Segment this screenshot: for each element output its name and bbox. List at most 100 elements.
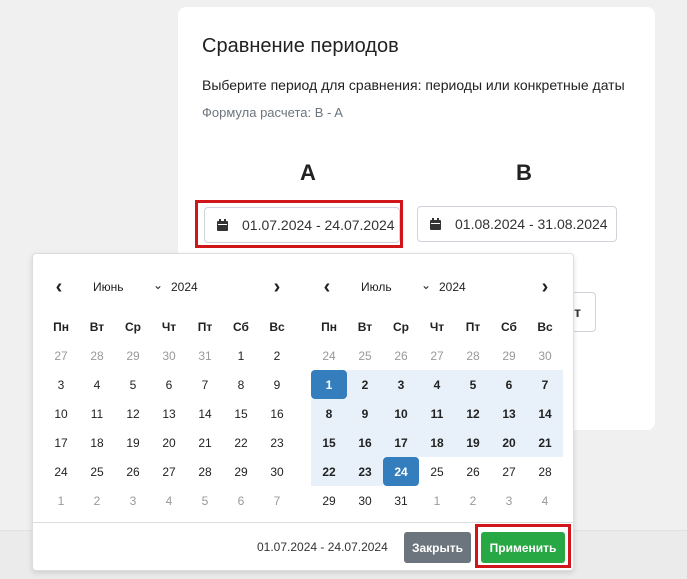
day-cell[interactable]: 16 [259, 399, 295, 428]
day-cell[interactable]: 29 [311, 486, 347, 515]
day-cell[interactable]: 28 [79, 341, 115, 370]
day-cell[interactable]: 13 [491, 399, 527, 428]
day-cell[interactable]: 5 [455, 370, 491, 399]
day-cell[interactable]: 23 [259, 428, 295, 457]
day-cell[interactable]: 10 [383, 399, 419, 428]
day-cell[interactable]: 27 [491, 457, 527, 486]
day-cell[interactable]: 7 [527, 370, 563, 399]
day-cell[interactable]: 24 [43, 457, 79, 486]
day-cell[interactable]: 10 [43, 399, 79, 428]
day-cell[interactable]: 30 [527, 341, 563, 370]
day-cell-selected[interactable]: 1 [311, 370, 347, 399]
day-cell[interactable]: 28 [187, 457, 223, 486]
day-cell[interactable]: 20 [491, 428, 527, 457]
day-cell[interactable]: 5 [115, 370, 151, 399]
day-cell[interactable]: 27 [43, 341, 79, 370]
day-cell[interactable]: 26 [115, 457, 151, 486]
day-cell[interactable]: 8 [311, 399, 347, 428]
weekday-label: Пн [321, 319, 337, 334]
day-cell[interactable]: 22 [311, 457, 347, 486]
day-cell[interactable]: 24 [311, 341, 347, 370]
day-cell[interactable]: 28 [527, 457, 563, 486]
day-cell[interactable]: 3 [383, 370, 419, 399]
day-cell[interactable]: 11 [419, 399, 455, 428]
day-cell[interactable]: 17 [43, 428, 79, 457]
day-cell[interactable]: 11 [79, 399, 115, 428]
day-cell[interactable]: 1 [223, 341, 259, 370]
day-cell[interactable]: 19 [115, 428, 151, 457]
day-cell[interactable]: 29 [491, 341, 527, 370]
day-cell[interactable]: 8 [223, 370, 259, 399]
day-cell[interactable]: 3 [43, 370, 79, 399]
day-cell[interactable]: 4 [151, 486, 187, 515]
day-cell[interactable]: 17 [383, 428, 419, 457]
day-cell[interactable]: 26 [383, 341, 419, 370]
day-cell[interactable]: 2 [79, 486, 115, 515]
right-month-select[interactable]: Июль [361, 280, 392, 294]
day-cell[interactable]: 6 [491, 370, 527, 399]
day-cell[interactable]: 26 [455, 457, 491, 486]
day-cell[interactable]: 2 [347, 370, 383, 399]
day-cell[interactable]: 4 [527, 486, 563, 515]
day-cell[interactable]: 13 [151, 399, 187, 428]
day-cell[interactable]: 19 [455, 428, 491, 457]
day-cell[interactable]: 30 [151, 341, 187, 370]
day-cell[interactable]: 31 [383, 486, 419, 515]
day-cell[interactable]: 2 [259, 341, 295, 370]
day-cell[interactable]: 14 [187, 399, 223, 428]
day-cell[interactable]: 20 [151, 428, 187, 457]
day-cell[interactable]: 21 [527, 428, 563, 457]
day-cell[interactable]: 25 [419, 457, 455, 486]
day-cell-selected[interactable]: 24 [383, 457, 419, 486]
next-month-button[interactable]: › [269, 276, 285, 298]
day-cell[interactable]: 4 [79, 370, 115, 399]
day-cell[interactable]: 12 [115, 399, 151, 428]
day-cell[interactable]: 16 [347, 428, 383, 457]
day-cell[interactable]: 25 [79, 457, 115, 486]
day-cell[interactable]: 12 [455, 399, 491, 428]
week-row: 10 11 12 13 14 15 16 [43, 399, 295, 428]
day-cell[interactable]: 5 [187, 486, 223, 515]
period-b-date-button[interactable]: 01.08.2024 - 31.08.2024 [417, 206, 617, 242]
right-year-select[interactable]: 2024 [439, 280, 466, 294]
day-cell[interactable]: 15 [223, 399, 259, 428]
day-cell[interactable]: 23 [347, 457, 383, 486]
day-cell[interactable]: 18 [79, 428, 115, 457]
left-year-select[interactable]: 2024 [171, 280, 198, 294]
chevron-down-icon: ⌄ [153, 278, 164, 292]
prev-month-button[interactable]: ‹ [319, 276, 335, 298]
day-cell[interactable]: 3 [491, 486, 527, 515]
day-cell[interactable]: 31 [187, 341, 223, 370]
day-cell[interactable]: 27 [419, 341, 455, 370]
day-cell[interactable]: 15 [311, 428, 347, 457]
close-button[interactable]: Закрыть [404, 532, 471, 563]
day-cell[interactable]: 9 [347, 399, 383, 428]
day-cell[interactable]: 7 [259, 486, 295, 515]
day-cell[interactable]: 4 [419, 370, 455, 399]
day-cell[interactable]: 25 [347, 341, 383, 370]
day-cell[interactable]: 30 [347, 486, 383, 515]
day-cell[interactable]: 22 [223, 428, 259, 457]
day-cell[interactable]: 29 [223, 457, 259, 486]
day-cell[interactable]: 7 [187, 370, 223, 399]
day-cell[interactable]: 27 [151, 457, 187, 486]
day-cell[interactable]: 1 [43, 486, 79, 515]
day-cell[interactable]: 6 [223, 486, 259, 515]
day-cell[interactable]: 2 [455, 486, 491, 515]
day-cell[interactable]: 21 [187, 428, 223, 457]
next-month-button[interactable]: › [537, 276, 553, 298]
left-month-select[interactable]: Июнь [93, 280, 124, 294]
day-cell[interactable]: 30 [259, 457, 295, 486]
card-subtitle: Выберите период для сравнения: периоды и… [202, 77, 625, 93]
day-cell[interactable]: 29 [115, 341, 151, 370]
day-cell[interactable]: 9 [259, 370, 295, 399]
day-cell[interactable]: 1 [419, 486, 455, 515]
day-cell[interactable]: 18 [419, 428, 455, 457]
week-row: 24 25 26 27 28 29 30 [43, 457, 295, 486]
prev-month-button[interactable]: ‹ [51, 276, 67, 298]
day-cell[interactable]: 3 [115, 486, 151, 515]
week-row: 24 25 26 27 28 29 30 [311, 341, 563, 370]
day-cell[interactable]: 6 [151, 370, 187, 399]
day-cell[interactable]: 28 [455, 341, 491, 370]
day-cell[interactable]: 14 [527, 399, 563, 428]
